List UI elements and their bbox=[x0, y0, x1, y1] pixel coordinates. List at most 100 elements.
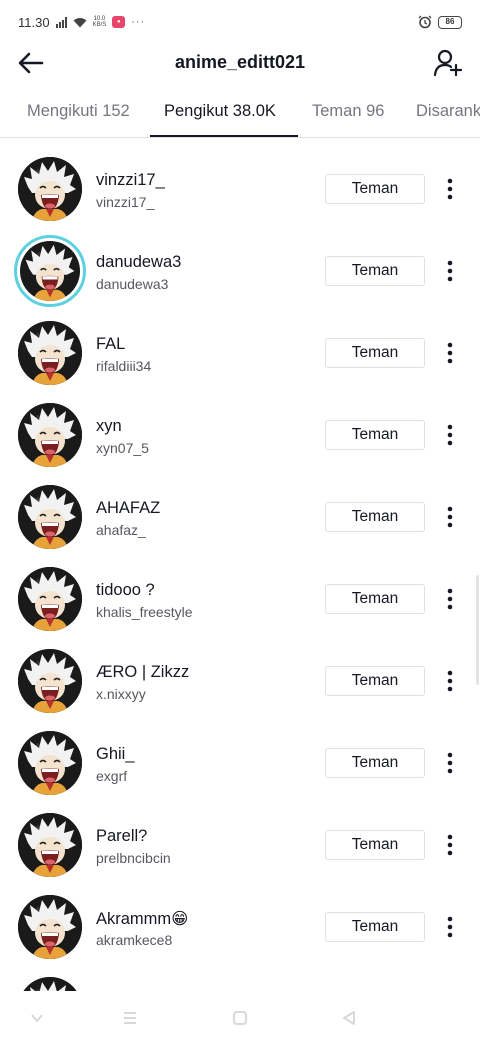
list-item[interactable]: danudewa3 danudewa3 Teman bbox=[0, 230, 480, 312]
more-options-button[interactable] bbox=[440, 174, 460, 204]
header: anime_editt021 bbox=[0, 40, 480, 86]
status-time: 11.30 bbox=[18, 14, 50, 30]
status-bar: 11.30 10.0 KB/S ● ··· 86 bbox=[0, 0, 480, 44]
recents-button[interactable] bbox=[119, 1007, 141, 1029]
friend-button[interactable]: Teman bbox=[325, 256, 425, 286]
more-options-button[interactable] bbox=[440, 256, 460, 286]
tab-suggested[interactable]: Disarankan bbox=[416, 102, 480, 121]
more-vertical-icon bbox=[447, 916, 453, 938]
more-options-button[interactable] bbox=[440, 666, 460, 696]
more-vertical-icon bbox=[447, 260, 453, 282]
more-vertical-icon bbox=[447, 178, 453, 200]
list-item[interactable]: xyn xyn07_5 Teman bbox=[0, 394, 480, 476]
username: prelbncibcin bbox=[96, 850, 171, 866]
followers-list: vinzzi17_ vinzzi17_ Teman danudewa3 danu… bbox=[0, 148, 480, 991]
menu-icon bbox=[124, 1012, 136, 1024]
active-tab-indicator bbox=[150, 135, 298, 137]
page-title: anime_editt021 bbox=[174, 52, 306, 72]
signal-icon bbox=[55, 16, 67, 28]
wifi-icon bbox=[73, 17, 87, 27]
more-vertical-icon bbox=[447, 424, 453, 446]
tab-bar: Mengikuti 152 Pengikut 38.0K Teman 96 Di… bbox=[0, 90, 480, 138]
username: ahafaz_ bbox=[96, 522, 146, 538]
display-name: Ghii_ bbox=[96, 745, 135, 763]
back-triangle-icon bbox=[343, 1011, 355, 1025]
friend-button[interactable]: Teman bbox=[325, 666, 425, 696]
more-options-button[interactable] bbox=[440, 338, 460, 368]
avatar[interactable] bbox=[18, 649, 82, 713]
add-user-icon bbox=[433, 49, 463, 77]
friend-button[interactable]: Teman bbox=[325, 830, 425, 860]
list-item[interactable]: ÆRO | Zikzz x.nixxyy Teman bbox=[0, 640, 480, 722]
display-name: xyn bbox=[96, 417, 122, 435]
friend-button[interactable]: Teman bbox=[325, 338, 425, 368]
system-navigation-bar bbox=[0, 995, 480, 1040]
scrollbar[interactable] bbox=[476, 575, 479, 685]
list-item[interactable]: AHAFAZ ahafaz_ Teman bbox=[0, 476, 480, 558]
net-speed: 10.0 KB/S bbox=[92, 16, 107, 28]
more-vertical-icon bbox=[447, 670, 453, 692]
display-name: AHAFAZ bbox=[96, 499, 161, 517]
username: rifaldiii34 bbox=[96, 358, 152, 374]
username: danudewa3 bbox=[96, 276, 169, 292]
more-options-button[interactable] bbox=[440, 748, 460, 778]
friend-button[interactable]: Teman bbox=[325, 912, 425, 942]
alarm-icon bbox=[418, 15, 432, 29]
screen-record-icon: ● bbox=[112, 16, 126, 28]
more-vertical-icon bbox=[447, 506, 453, 528]
list-item[interactable]: tidooo ? khalis_freestyle Teman bbox=[0, 558, 480, 640]
home-square-icon bbox=[233, 1011, 247, 1025]
avatar[interactable] bbox=[18, 485, 82, 549]
more-vertical-icon bbox=[447, 588, 453, 610]
more-vertical-icon bbox=[447, 752, 453, 774]
more-options-button[interactable] bbox=[440, 584, 460, 614]
list-item[interactable]: Ghii_ exgrf Teman bbox=[0, 722, 480, 804]
list-item[interactable]: Akrammm😁 akramkece8 Teman bbox=[0, 886, 480, 968]
display-name: tidooo ? bbox=[96, 581, 155, 599]
display-name: vinzzi17_ bbox=[96, 171, 165, 189]
more-options-button[interactable] bbox=[440, 502, 460, 532]
tab-friends[interactable]: Teman 96 bbox=[312, 102, 384, 121]
chevron-down-icon bbox=[31, 1014, 43, 1023]
username: xyn07_5 bbox=[96, 440, 149, 456]
avatar[interactable] bbox=[18, 321, 82, 385]
list-item[interactable]: Parell? prelbncibcin Teman bbox=[0, 804, 480, 886]
list-item[interactable]: vinzzi17_ vinzzi17_ Teman bbox=[0, 148, 480, 230]
more-options-button[interactable] bbox=[440, 830, 460, 860]
friend-button[interactable]: Teman bbox=[325, 748, 425, 778]
avatar[interactable] bbox=[18, 977, 82, 991]
username: vinzzi17_ bbox=[96, 194, 155, 210]
username: akramkece8 bbox=[96, 932, 173, 948]
battery-icon: 86 bbox=[438, 15, 462, 29]
display-name: FAL bbox=[96, 335, 126, 353]
avatar-with-story[interactable] bbox=[14, 235, 86, 307]
avatar[interactable] bbox=[18, 813, 82, 877]
username: exgrf bbox=[96, 768, 128, 784]
friend-button[interactable]: Teman bbox=[325, 584, 425, 614]
friend-button[interactable]: Teman bbox=[325, 174, 425, 204]
more-vertical-icon bbox=[447, 834, 453, 856]
list-item[interactable]: FAL rifaldiii34 Teman bbox=[0, 312, 480, 394]
list-item[interactable] bbox=[0, 968, 480, 991]
tab-following[interactable]: Mengikuti 152 bbox=[27, 102, 130, 121]
friend-button[interactable]: Teman bbox=[325, 502, 425, 532]
avatar[interactable] bbox=[18, 403, 82, 467]
avatar[interactable] bbox=[18, 157, 82, 221]
display-name: danudewa3 bbox=[96, 253, 182, 271]
home-button[interactable] bbox=[229, 1007, 251, 1029]
display-name: Akrammm😁 bbox=[96, 910, 189, 928]
collapse-button[interactable] bbox=[26, 1007, 48, 1029]
avatar[interactable] bbox=[18, 895, 82, 959]
more-notifications-icon: ··· bbox=[131, 16, 146, 28]
username: khalis_freestyle bbox=[96, 604, 193, 620]
add-friend-button[interactable] bbox=[432, 48, 464, 78]
avatar[interactable] bbox=[18, 731, 82, 795]
display-name: ÆRO | Zikzz bbox=[96, 663, 190, 681]
avatar[interactable] bbox=[18, 567, 82, 631]
more-options-button[interactable] bbox=[440, 912, 460, 942]
tab-followers[interactable]: Pengikut 38.0K bbox=[164, 102, 276, 121]
friend-button[interactable]: Teman bbox=[325, 420, 425, 450]
username: x.nixxyy bbox=[96, 686, 146, 702]
more-options-button[interactable] bbox=[440, 420, 460, 450]
system-back-button[interactable] bbox=[338, 1007, 360, 1029]
